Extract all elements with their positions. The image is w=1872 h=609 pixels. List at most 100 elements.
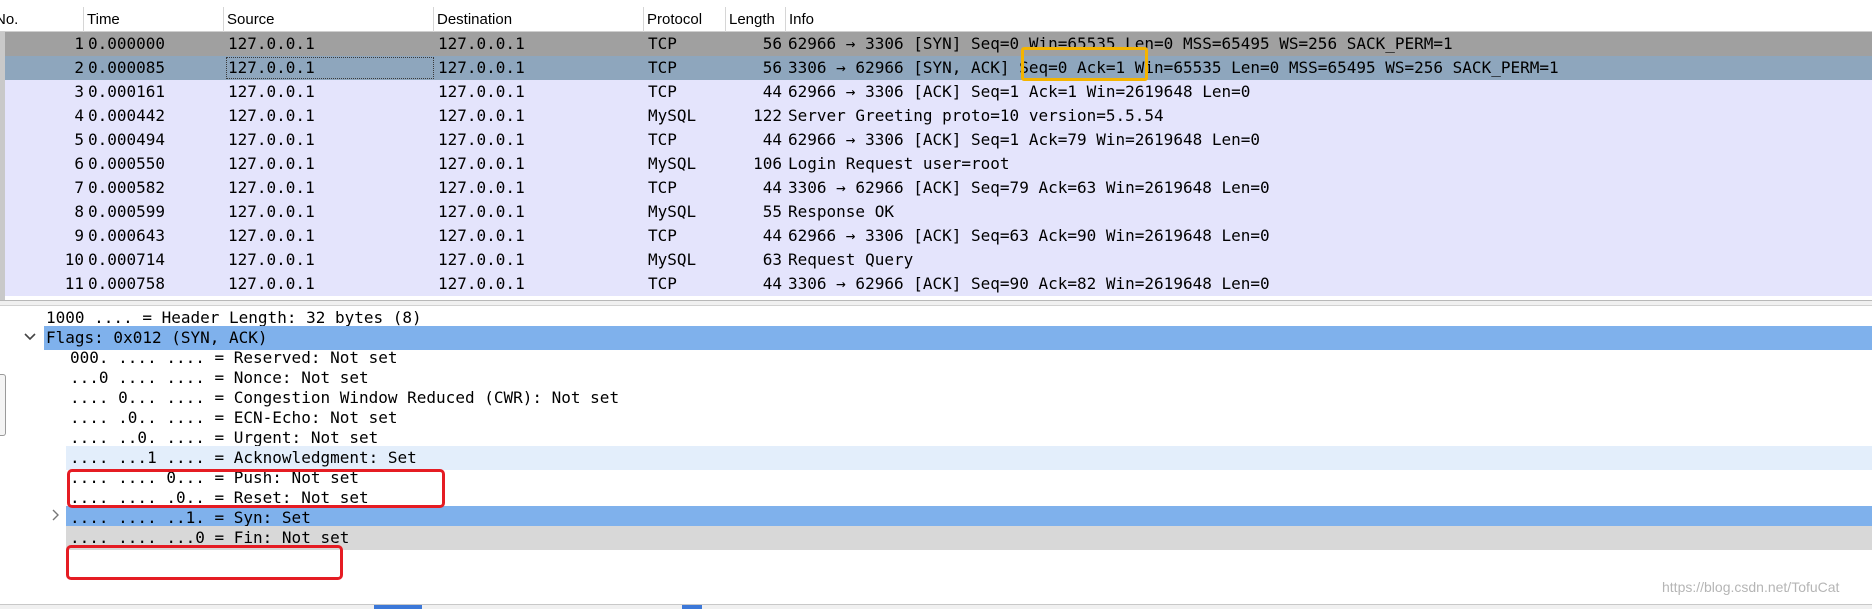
annotation-box-acknowledgment	[67, 469, 445, 508]
cell-info: Response OK	[788, 202, 894, 221]
column-header-length[interactable]: Length	[726, 7, 786, 32]
cell-protocol: MySQL	[648, 106, 697, 125]
chevron-right-icon[interactable]	[48, 506, 64, 530]
cell-destination: 127.0.0.1	[438, 202, 525, 221]
cell-protocol: TCP	[648, 178, 677, 197]
cell-time: 0.000442	[88, 106, 166, 125]
cell-protocol: TCP	[648, 82, 677, 101]
cell-protocol: TCP	[648, 58, 677, 77]
cell-length: 56	[762, 58, 782, 77]
cell-length: 56	[762, 34, 782, 53]
cell-source: 127.0.0.1	[228, 82, 315, 101]
cell-destination: 127.0.0.1	[438, 130, 525, 149]
scroll-marker	[374, 605, 422, 609]
packet-row[interactable]: 2 0.000085 127.0.0.1 127.0.0.1 TCP 56 3306 → 6…	[0, 56, 1872, 80]
packet-row[interactable]: 3 0.000161 127.0.0.1 127.0.0.1 TCP 44 62966 → …	[0, 80, 1872, 104]
cell-no: 3	[74, 82, 84, 101]
cell-protocol: MySQL	[648, 202, 697, 221]
cell-destination: 127.0.0.1	[438, 58, 525, 77]
packet-row[interactable]: 7 0.000582 127.0.0.1 127.0.0.1 TCP 44 3306 → 6…	[0, 176, 1872, 200]
cell-no: 4	[74, 106, 84, 125]
cell-protocol: TCP	[648, 274, 677, 293]
annotation-box-seq-ack	[1021, 47, 1148, 81]
cell-info: Request Query	[788, 250, 914, 269]
cell-no: 11	[64, 274, 84, 293]
packet-list-pane: No. Time Source Destination Protocol Len…	[0, 0, 1872, 300]
annotation-box-syn	[66, 545, 343, 580]
cell-destination: 127.0.0.1	[438, 154, 525, 173]
packet-row[interactable]: 11 0.000758 127.0.0.1 127.0.0.1 TCP 44 3306 → …	[0, 272, 1872, 296]
cell-time: 0.000161	[88, 82, 166, 101]
focused-cell-outline	[226, 57, 434, 79]
cell-time: 0.000643	[88, 226, 166, 245]
cell-info: Server Greeting proto=10 version=5.5.54	[788, 106, 1164, 125]
cell-time: 0.000550	[88, 154, 166, 173]
cell-info: 3306 → 62966 [SYN, ACK] Seq=0 Ack=1 Win=…	[788, 58, 1559, 77]
packet-row[interactable]: 1 0.000000 127.0.0.1 127.0.0.1 TCP 56 62966 → …	[0, 32, 1872, 56]
column-header-info[interactable]: Info	[786, 7, 1872, 32]
cell-info: 62966 → 3306 [ACK] Seq=1 Ack=1 Win=26196…	[788, 82, 1251, 101]
packet-list-header: No. Time Source Destination Protocol Len…	[0, 7, 1872, 32]
cell-time: 0.000599	[88, 202, 166, 221]
cell-time: 0.000085	[88, 58, 166, 77]
cell-time: 0.000758	[88, 274, 166, 293]
column-header-protocol[interactable]: Protocol	[644, 7, 726, 32]
column-header-time[interactable]: Time	[84, 7, 224, 32]
cell-no: 5	[74, 130, 84, 149]
cell-source: 127.0.0.1	[228, 202, 315, 221]
column-header-source[interactable]: Source	[224, 7, 434, 32]
cell-info: 3306 → 62966 [ACK] Seq=79 Ack=63 Win=261…	[788, 178, 1270, 197]
cell-source: 127.0.0.1	[228, 250, 315, 269]
packet-row[interactable]: 4 0.000442 127.0.0.1 127.0.0.1 MySQL 122 Serve…	[0, 104, 1872, 128]
cell-destination: 127.0.0.1	[438, 82, 525, 101]
cell-source: 127.0.0.1	[228, 34, 315, 53]
cell-destination: 127.0.0.1	[438, 34, 525, 53]
cell-destination: 127.0.0.1	[438, 226, 525, 245]
packet-row[interactable]: 8 0.000599 127.0.0.1 127.0.0.1 MySQL 55 Respon…	[0, 200, 1872, 224]
cell-info: 62966 → 3306 [ACK] Seq=63 Ack=90 Win=261…	[788, 226, 1270, 245]
packet-row[interactable]: 5 0.000494 127.0.0.1 127.0.0.1 TCP 44 62966 → …	[0, 128, 1872, 152]
cell-info: 3306 → 62966 [ACK] Seq=90 Ack=82 Win=261…	[788, 274, 1270, 293]
cell-no: 8	[74, 202, 84, 221]
cell-info: Login Request user=root	[788, 154, 1010, 173]
scroll-marker	[682, 605, 702, 609]
cell-protocol: TCP	[648, 226, 677, 245]
cell-info: 62966 → 3306 [SYN] Seq=0 Win=65535 Len=0…	[788, 34, 1453, 53]
cell-source: 127.0.0.1	[228, 130, 315, 149]
column-header-destination[interactable]: Destination	[434, 7, 644, 32]
packet-row[interactable]: 9 0.000643 127.0.0.1 127.0.0.1 TCP 44 62966 → …	[0, 224, 1872, 248]
bottom-scrollbar[interactable]	[0, 604, 1872, 609]
cell-no: 1	[74, 34, 84, 53]
cell-destination: 127.0.0.1	[438, 250, 525, 269]
cell-length: 44	[762, 274, 782, 293]
cell-source: 127.0.0.1	[228, 226, 315, 245]
cell-no: 6	[74, 154, 84, 173]
packet-row[interactable]: 10 0.000714 127.0.0.1 127.0.0.1 MySQL 63 Reque…	[0, 248, 1872, 272]
cell-time: 0.000714	[88, 250, 166, 269]
cell-length: 44	[762, 130, 782, 149]
cell-protocol: TCP	[648, 34, 677, 53]
list-edge	[0, 32, 5, 300]
cell-source: 127.0.0.1	[228, 154, 315, 173]
cell-destination: 127.0.0.1	[438, 178, 525, 197]
cell-info: 62966 → 3306 [ACK] Seq=1 Ack=79 Win=2619…	[788, 130, 1261, 149]
cell-time: 0.000494	[88, 130, 166, 149]
cell-protocol: MySQL	[648, 154, 697, 173]
cell-length: 55	[762, 202, 782, 221]
cell-no: 10	[64, 250, 84, 269]
cell-source: 127.0.0.1	[228, 274, 315, 293]
cell-length: 44	[762, 226, 782, 245]
cell-length: 63	[762, 250, 782, 269]
cell-destination: 127.0.0.1	[438, 106, 525, 125]
cell-source: 127.0.0.1	[228, 178, 315, 197]
cell-protocol: MySQL	[648, 250, 697, 269]
cell-source: 127.0.0.1	[228, 106, 315, 125]
packet-rows: 1 0.000000 127.0.0.1 127.0.0.1 TCP 56 62966 → …	[0, 32, 1872, 296]
cell-no: 7	[74, 178, 84, 197]
packet-row[interactable]: 6 0.000550 127.0.0.1 127.0.0.1 MySQL 106 Login…	[0, 152, 1872, 176]
cell-destination: 127.0.0.1	[438, 274, 525, 293]
column-header-no[interactable]: No.	[0, 7, 84, 32]
side-panel-tab[interactable]	[0, 374, 6, 436]
cell-length: 44	[762, 178, 782, 197]
cell-length: 44	[762, 82, 782, 101]
